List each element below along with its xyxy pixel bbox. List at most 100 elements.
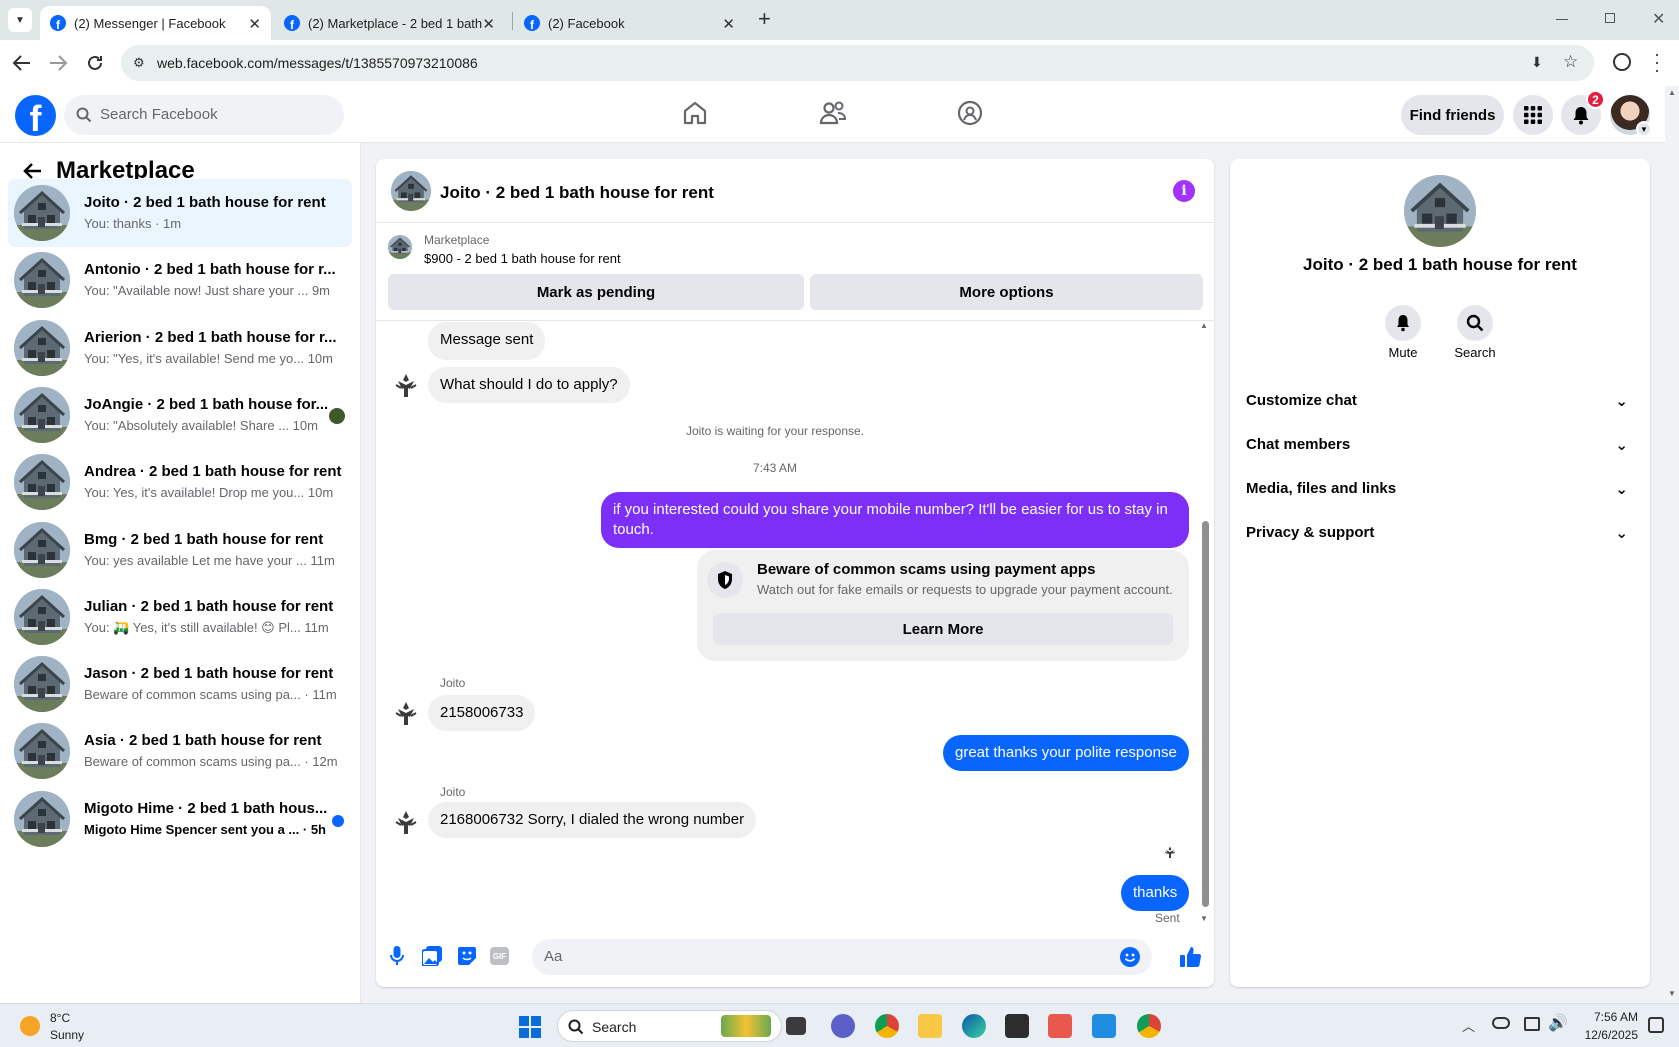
message-bubble-outgoing[interactable]: thanks [1121,875,1190,911]
thumbs-up-icon[interactable] [1180,946,1202,968]
page-scrollbar[interactable]: ▲ ▼ [1665,86,1679,1003]
sticker-icon[interactable] [457,946,477,966]
groups-icon[interactable] [957,100,983,126]
mute-button[interactable] [1385,305,1421,341]
section-media-files-links[interactable]: Media, files and links ⌄ [1246,480,1636,498]
browser-menu-icon[interactable]: · · · [1654,45,1660,79]
tray-chevron-icon[interactable]: ︿ [1462,1016,1475,1035]
learn-more-button[interactable]: Learn More [713,613,1173,645]
conversation-item[interactable]: Joito · 2 bed 1 bath house for rent You: … [8,179,352,247]
section-privacy-support[interactable]: Privacy & support ⌄ [1246,524,1636,542]
conversation-item[interactable]: Bmg · 2 bed 1 bath house for rent You: ye… [8,516,352,584]
file-explorer-icon[interactable] [918,1014,942,1038]
weather-temp[interactable]: 8°C [50,1011,70,1025]
url-text[interactable]: web.facebook.com/messages/t/138557097321… [157,55,478,71]
conversation-item[interactable]: JoAngie · 2 bed 1 bath house for... You: … [8,381,352,449]
clock-time[interactable]: 7:56 AM [1582,1010,1638,1024]
chrome-icon[interactable] [875,1014,899,1038]
microphone-icon[interactable] [390,946,404,966]
tab-search-dropdown[interactable]: ▼ [8,8,32,32]
facebook-logo[interactable]: f [15,95,56,136]
find-friends-button[interactable]: Find friends [1401,95,1504,135]
windows-start-icon[interactable] [519,1016,541,1038]
tab-marketplace[interactable]: f (2) Marketplace - 2 bed 1 bath ✕ [274,6,505,40]
forward-icon[interactable] [48,54,68,72]
clock-date[interactable]: 12/6/2025 [1574,1028,1638,1042]
message-bubble-outgoing[interactable]: great thanks your polite response [943,735,1189,771]
close-icon[interactable]: ✕ [722,15,735,33]
chat-app-icon[interactable] [831,1014,855,1038]
friends-icon[interactable] [819,100,847,126]
volume-icon[interactable]: 🔊 [1548,1013,1568,1033]
emoji-icon[interactable] [1120,947,1140,967]
chat-avatar[interactable] [391,171,431,211]
mark-pending-button[interactable]: Mark as pending [388,274,804,310]
message-bubble-incoming[interactable]: 2168006732 Sorry, I dialed the wrong num… [428,802,757,838]
message-input[interactable]: Aa [532,939,1152,975]
reload-icon[interactable] [85,53,105,73]
snipping-tool-icon[interactable] [1048,1014,1072,1038]
sender-avatar[interactable] [392,699,420,727]
details-title[interactable]: Joito · 2 bed 1 bath house for rent [1230,255,1650,275]
minimize-icon[interactable] [1556,19,1568,20]
chrome-profile-icon[interactable] [1137,1014,1161,1038]
conversation-item[interactable]: Asia · 2 bed 1 bath house for rent Beware… [8,717,352,785]
close-icon[interactable]: ✕ [482,15,495,33]
task-view-icon[interactable] [786,1017,806,1035]
onedrive-icon[interactable] [1492,1017,1510,1029]
account-chevron-icon[interactable]: ▼ [1636,121,1652,137]
network-icon[interactable] [1524,1017,1540,1031]
listing-text[interactable]: $900 - 2 bed 1 bath house for rent [424,251,621,266]
message-bubble-incoming[interactable]: 2158006733 [428,695,536,731]
listing-thumbnail[interactable] [388,235,412,259]
section-chat-members[interactable]: Chat members ⌄ [1246,436,1636,454]
message-bubble-incoming[interactable]: Message sent [428,322,546,360]
omnibox[interactable]: ⚙ web.facebook.com/messages/t/1385570973… [121,45,1594,81]
conversation-item[interactable]: Jason · 2 bed 1 bath house for rent Bewar… [8,650,352,718]
info-button[interactable]: i [1173,180,1195,202]
section-customize-chat[interactable]: Customize chat ⌄ [1246,392,1636,410]
scroll-up-arrow[interactable]: ▲ [1200,321,1208,330]
scroll-down-arrow[interactable]: ▼ [1668,989,1676,998]
back-arrow-icon[interactable] [22,162,42,180]
menu-grid-button[interactable] [1513,95,1553,135]
weather-sun-icon[interactable] [20,1016,40,1036]
tab-facebook[interactable]: f (2) Facebook ✕ [514,6,745,40]
profile-icon[interactable] [1613,53,1631,71]
details-avatar[interactable] [1404,175,1476,247]
sticky-notes-icon[interactable] [1005,1014,1029,1038]
tab-messenger[interactable]: f (2) Messenger | Facebook ✕ [40,6,271,40]
search-facebook-input[interactable]: Search Facebook [64,95,344,135]
conversation-item[interactable]: Julian · 2 bed 1 bath house for rent You:… [8,583,352,651]
message-bubble-incoming[interactable]: What should I do to apply? [428,367,630,403]
scroll-down-arrow[interactable]: ▼ [1200,914,1208,923]
conversation-item[interactable]: Arierion · 2 bed 1 bath house for r... Yo… [8,314,352,382]
new-tab-button[interactable]: + [758,6,771,32]
install-icon[interactable]: ⬇ [1531,54,1543,71]
more-options-button[interactable]: More options [810,274,1203,310]
close-window-icon[interactable]: ✕ [1652,9,1665,29]
conversation-item[interactable]: Andrea · 2 bed 1 bath house for rent You:… [8,448,352,516]
conversation-item[interactable]: Antonio · 2 bed 1 bath house for r... You… [8,246,352,314]
restore-icon[interactable] [1605,13,1615,23]
taskbar-search[interactable]: Search [557,1010,782,1042]
gif-button[interactable]: GIF [490,947,509,965]
bookmark-star-icon[interactable]: ☆ [1563,52,1578,72]
message-bubble-outgoing[interactable]: if you interested could you share your m… [601,492,1189,548]
site-info-icon[interactable]: ⚙ [133,55,145,71]
notification-center-icon[interactable] [1648,1017,1664,1033]
scrollbar-thumb[interactable] [1202,521,1209,907]
sender-avatar[interactable] [392,371,420,399]
back-icon[interactable] [12,54,32,72]
search-chat-button[interactable] [1457,305,1493,341]
edge-icon[interactable] [962,1014,986,1038]
chat-title[interactable]: Joito · 2 bed 1 bath house for rent [440,183,714,203]
conversation-item[interactable]: Migoto Hime · 2 bed 1 bath hous... Migoto… [8,785,352,853]
notepad-icon[interactable] [1092,1014,1116,1038]
photo-icon[interactable] [422,946,442,966]
scroll-up-arrow[interactable]: ▲ [1668,88,1676,97]
weather-desc[interactable]: Sunny [50,1028,84,1042]
sender-avatar[interactable] [392,808,420,836]
home-icon[interactable] [682,100,708,126]
close-icon[interactable]: ✕ [248,15,261,33]
